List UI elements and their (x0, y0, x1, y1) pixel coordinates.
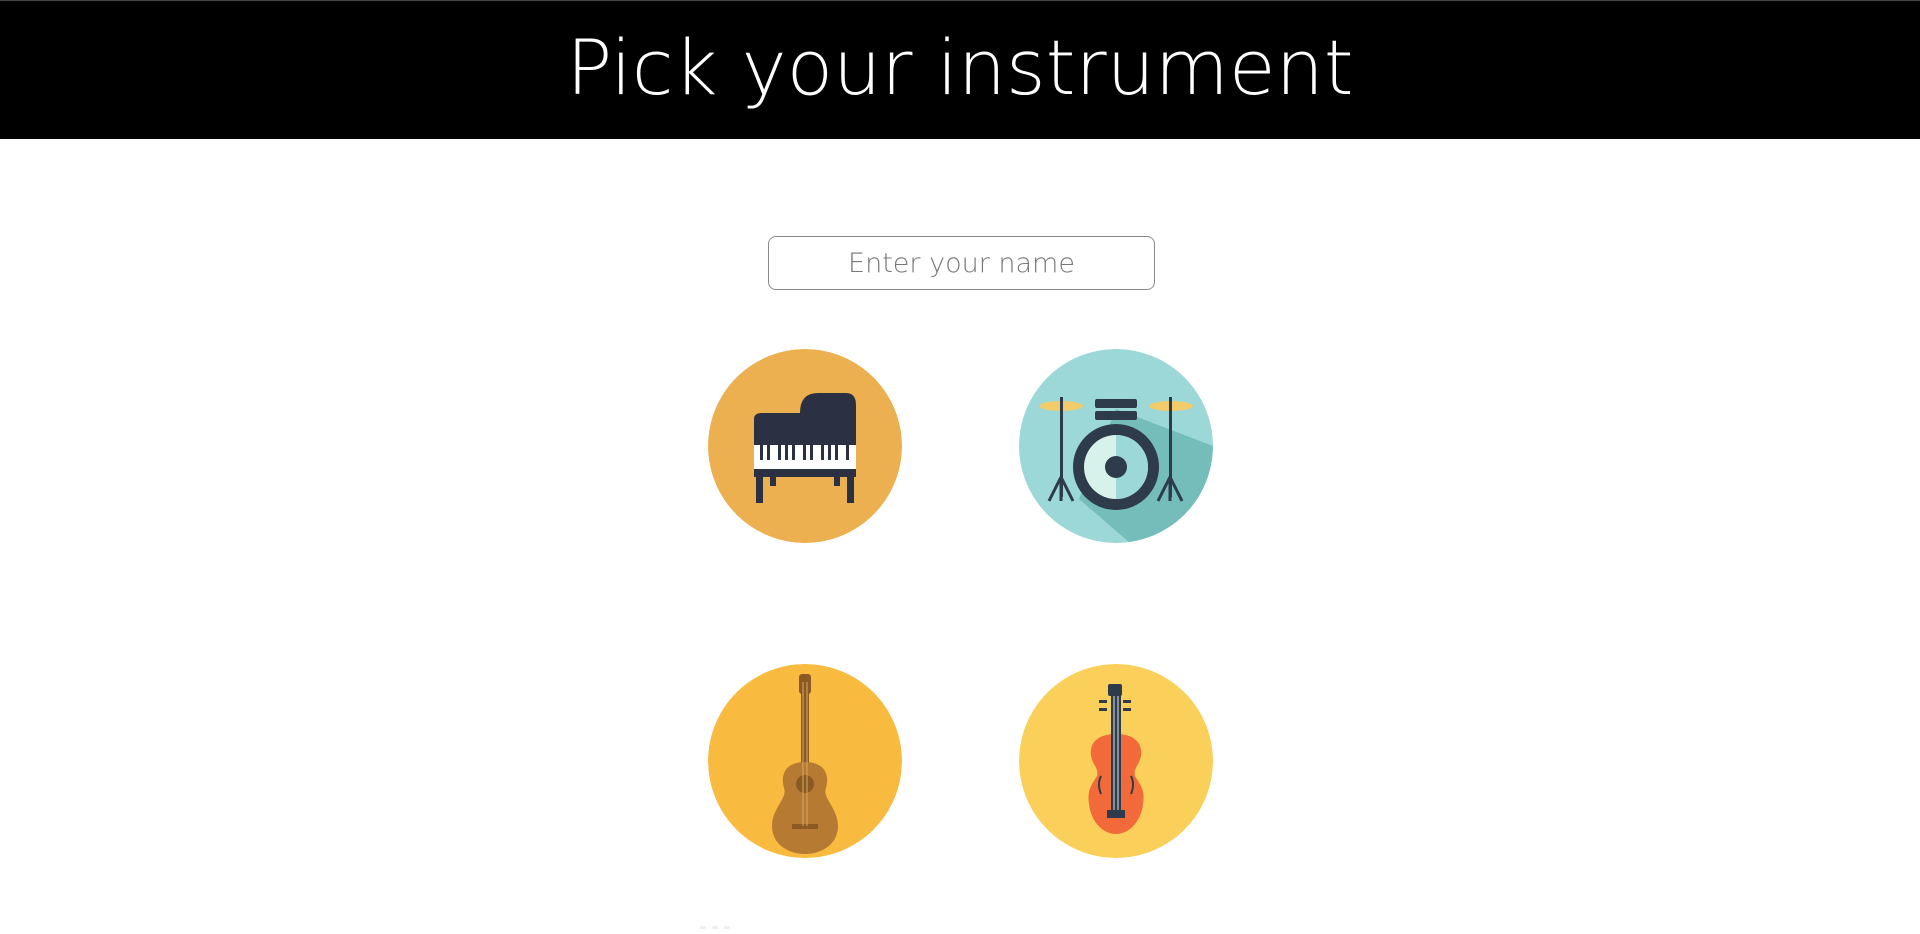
instrument-button-piano[interactable] (708, 349, 902, 543)
next-row-hint (700, 926, 1220, 934)
violin-icon (1019, 664, 1213, 858)
instrument-button-drums[interactable] (1019, 349, 1213, 543)
instrument-button-violin[interactable] (1019, 664, 1213, 858)
page-header: Pick your instrument (0, 0, 1920, 139)
name-input[interactable] (768, 236, 1155, 290)
page-title: Pick your instrument (566, 22, 1354, 112)
piano-icon (708, 349, 902, 543)
guitar-icon (708, 664, 902, 858)
drum-kit-icon (1019, 349, 1213, 543)
instrument-button-guitar[interactable] (708, 664, 902, 858)
